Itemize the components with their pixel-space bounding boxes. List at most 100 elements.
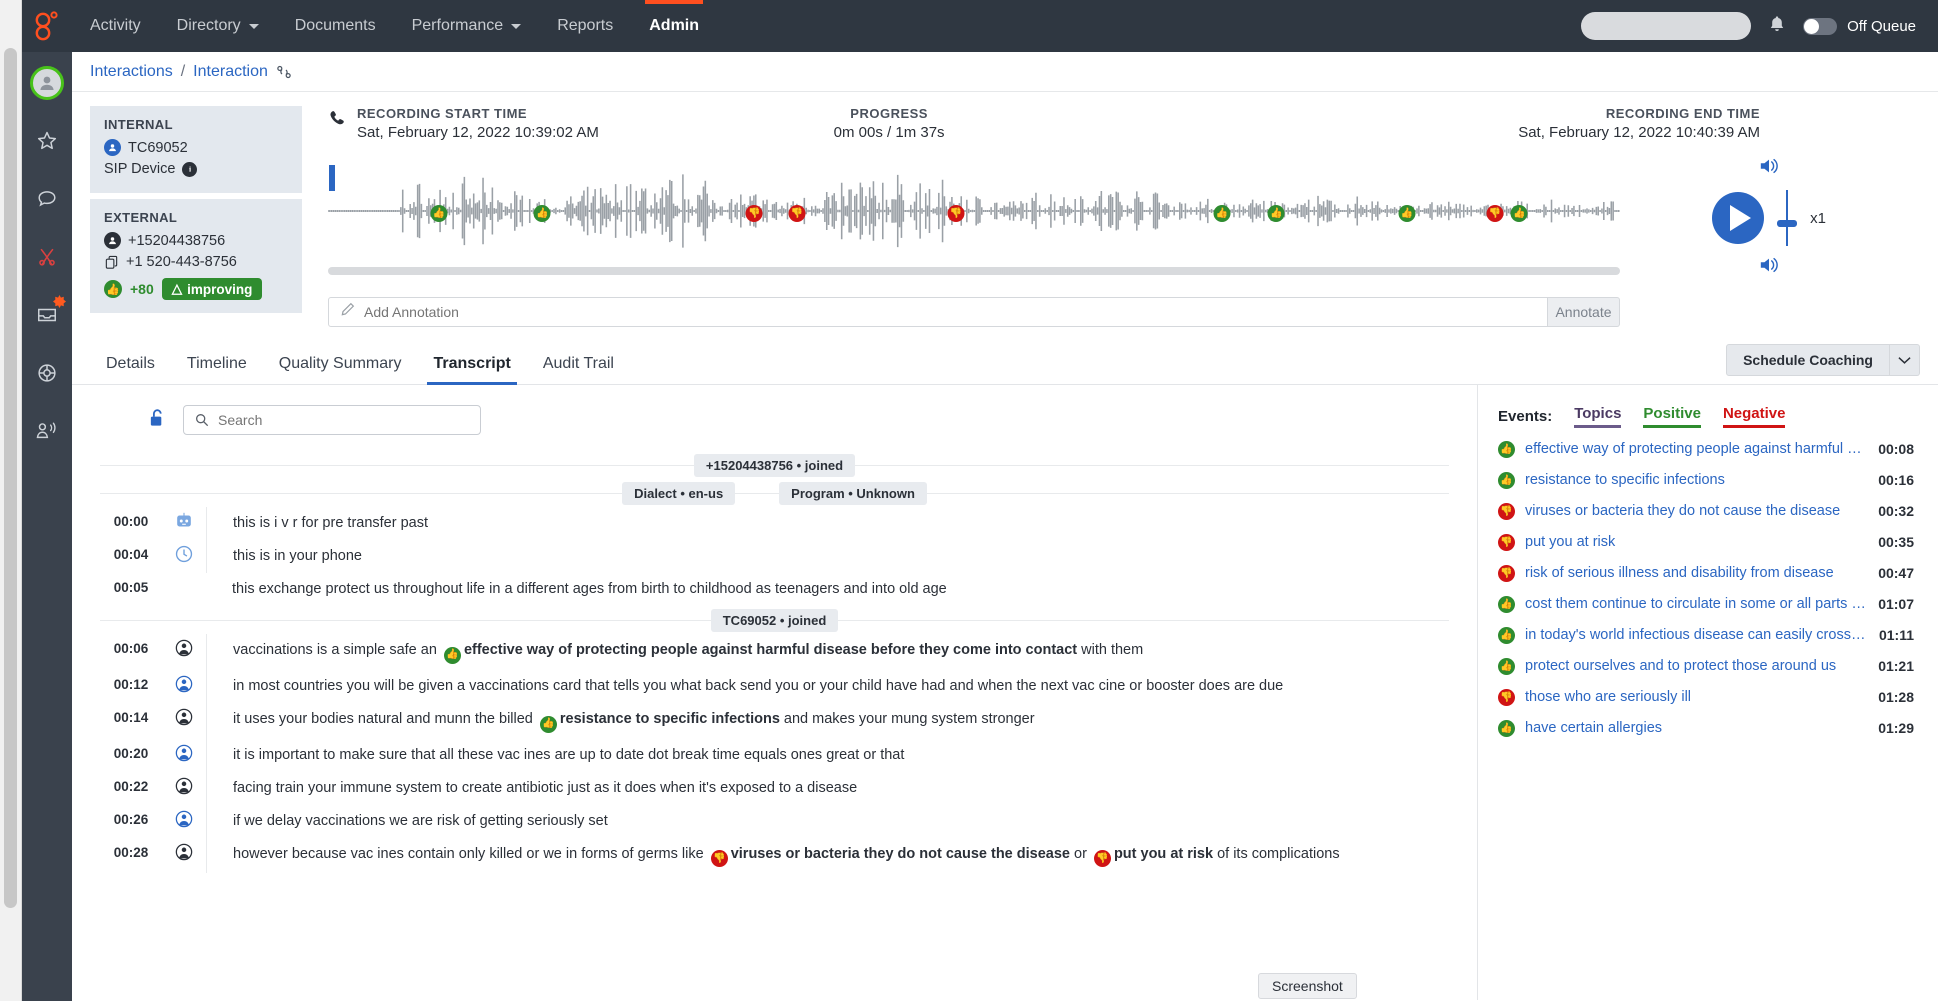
transcript-search-input[interactable] — [218, 412, 469, 428]
event-row[interactable]: 👍 effective way of protecting people agai… — [1498, 436, 1914, 462]
event-text[interactable]: resistance to specific infections — [1525, 472, 1868, 488]
event-text[interactable]: effective way of protecting people again… — [1525, 441, 1868, 457]
volume-down-icon[interactable] — [1758, 255, 1780, 280]
page-scrollbar[interactable] — [0, 0, 22, 1001]
chain-link-icon[interactable] — [276, 65, 292, 79]
event-row[interactable]: 👍cost them continue to circulate in some… — [1498, 591, 1914, 617]
inline-negative-icon[interactable]: 👎 — [1094, 850, 1111, 867]
waveform-negative-marker[interactable]: 👎 — [788, 205, 805, 222]
agent-blue-icon — [162, 739, 206, 763]
tab-quality-summary[interactable]: Quality Summary — [263, 355, 418, 384]
waveform-negative-marker[interactable]: 👎 — [1486, 205, 1503, 222]
waveform-positive-marker[interactable]: 👍 — [1398, 205, 1415, 222]
schedule-coaching-button[interactable]: Schedule Coaching — [1726, 344, 1890, 376]
event-row[interactable]: 👍 in today's world infectious disease can… — [1498, 622, 1914, 648]
transcript-row[interactable]: 00:00this is i v r for pre transfer past — [72, 507, 1477, 540]
transcript-row-time: 00:14 — [100, 703, 162, 725]
tab-audit-trail[interactable]: Audit Trail — [527, 355, 630, 384]
playback-speed-slider[interactable] — [1786, 190, 1788, 246]
support-icon — [36, 362, 58, 384]
transcript-row[interactable]: 00:04this is in your phone — [72, 540, 1477, 573]
inline-positive-icon[interactable]: 👍 — [444, 647, 461, 664]
tab-transcript[interactable]: Transcript — [417, 355, 526, 384]
positive-sentiment-icon: 👍 — [1498, 441, 1515, 458]
nav-item-reports[interactable]: Reports — [539, 0, 631, 52]
tab-details[interactable]: Details — [90, 355, 171, 384]
queue-status-toggle[interactable]: Off Queue — [1803, 18, 1916, 35]
transcript-row[interactable]: 00:20it is important to make sure that a… — [72, 739, 1477, 772]
waveform-positive-marker[interactable]: 👍 — [1511, 205, 1528, 222]
play-button[interactable] — [1712, 192, 1764, 244]
playhead-marker[interactable] — [329, 165, 335, 191]
waveform-positive-marker[interactable]: 👍 — [431, 205, 448, 222]
rail-item-inbox[interactable] — [30, 298, 64, 332]
event-text[interactable]: viruses or bacteria they do not cause th… — [1525, 503, 1868, 519]
waveform-negative-marker[interactable]: 👎 — [947, 205, 964, 222]
annotate-button[interactable]: Annotate — [1548, 297, 1620, 327]
waveform-negative-marker[interactable]: 👎 — [746, 205, 763, 222]
breadcrumb-interaction-link[interactable]: Interaction — [193, 63, 268, 81]
transcript-row[interactable]: 00:14it uses your bodies natural and mun… — [72, 703, 1477, 739]
unlock-icon[interactable] — [148, 407, 167, 434]
waveform-positive-marker[interactable]: 👍 — [1214, 205, 1231, 222]
transcript-search-box[interactable] — [183, 405, 481, 435]
event-row[interactable]: 👍have certain allergies01:29 — [1498, 715, 1914, 741]
inline-positive-icon[interactable]: 👍 — [540, 716, 557, 733]
page-scrollbar-thumb[interactable] — [4, 48, 17, 908]
tab-timeline[interactable]: Timeline — [171, 355, 263, 384]
copy-icon[interactable] — [104, 255, 119, 270]
transcript-row[interactable]: 00:22facing train your immune system to … — [72, 772, 1477, 805]
nav-item-documents[interactable]: Documents — [277, 0, 394, 52]
events-tab-topics[interactable]: Topics — [1574, 405, 1621, 428]
speed-slider-handle[interactable] — [1777, 220, 1797, 227]
nav-item-admin[interactable]: Admin — [631, 0, 717, 52]
event-text[interactable]: put you at risk — [1525, 534, 1868, 550]
events-tab-negative[interactable]: Negative — [1723, 405, 1786, 428]
nav-item-activity[interactable]: Activity — [72, 0, 159, 52]
transcript-row[interactable]: 00:26if we delay vaccinations we are ris… — [72, 805, 1477, 838]
events-tab-positive[interactable]: Positive — [1643, 405, 1701, 428]
breadcrumb-interactions-link[interactable]: Interactions — [90, 63, 173, 81]
waveform[interactable]: 👍 👍 👎 👎 👎 👍 👍 👍 👎 👍 — [328, 163, 1620, 259]
event-row[interactable]: 👎risk of serious illness and disability … — [1498, 560, 1914, 586]
rail-item-call-end[interactable] — [30, 240, 64, 274]
waveform-positive-marker[interactable]: 👍 — [534, 205, 551, 222]
event-row[interactable]: 👎those who are seriously ill01:28 — [1498, 684, 1914, 710]
transcript-rows-bottom: 00:06vaccinations is a simple safe an 👍e… — [72, 634, 1477, 873]
notifications-bell-icon[interactable] — [1769, 15, 1785, 38]
event-row[interactable]: 👍protect ourselves and to protect those … — [1498, 653, 1914, 679]
transcript-row[interactable]: 00:06vaccinations is a simple safe an 👍e… — [72, 634, 1477, 670]
rail-item-chat[interactable] — [30, 182, 64, 216]
event-row[interactable]: 👎viruses or bacteria they do not cause t… — [1498, 498, 1914, 524]
nav-item-directory[interactable]: Directory — [159, 0, 277, 52]
rail-item-voicemail[interactable] — [30, 414, 64, 448]
nav-item-performance[interactable]: Performance — [394, 0, 540, 52]
positive-sentiment-icon: 👍 — [1498, 627, 1515, 644]
event-row[interactable]: 👍resistance to specific infections00:16 — [1498, 467, 1914, 493]
event-text[interactable]: protect ourselves and to protect those a… — [1525, 658, 1868, 674]
annotation-field[interactable] — [328, 297, 1548, 327]
queue-toggle-switch[interactable] — [1803, 18, 1837, 35]
event-text[interactable]: cost them continue to circulate in some … — [1525, 596, 1868, 612]
transcript-row[interactable]: 00:28however because vac ines contain on… — [72, 838, 1477, 874]
rail-item-support[interactable] — [30, 356, 64, 390]
volume-up-icon[interactable] — [1758, 156, 1780, 181]
inline-negative-icon[interactable]: 👎 — [711, 850, 728, 867]
genesys-logo-icon[interactable] — [22, 11, 72, 41]
event-row[interactable]: 👎put you at risk00:35 — [1498, 529, 1914, 555]
rail-item-favorites[interactable] — [30, 124, 64, 158]
info-icon[interactable]: i — [182, 162, 197, 177]
event-text[interactable]: have certain allergies — [1525, 720, 1868, 736]
transcript-row[interactable]: 00:12in most countries you will be given… — [72, 670, 1477, 703]
schedule-coaching-dropdown[interactable] — [1890, 344, 1920, 376]
event-text[interactable]: risk of serious illness and disability f… — [1525, 565, 1868, 581]
rail-item-profile[interactable] — [30, 66, 64, 100]
waveform-scrollbar[interactable] — [328, 267, 1620, 275]
global-search-input[interactable] — [1593, 19, 1769, 34]
waveform-positive-marker[interactable]: 👍 — [1268, 205, 1285, 222]
annotation-input[interactable] — [364, 304, 1536, 320]
event-text[interactable]: those who are seriously ill — [1525, 689, 1868, 705]
global-search-box[interactable] — [1581, 12, 1751, 40]
transcript-row[interactable]: 00:05this exchange protect us throughout… — [72, 573, 1477, 606]
event-text[interactable]: in today's world infectious disease can … — [1525, 627, 1869, 643]
